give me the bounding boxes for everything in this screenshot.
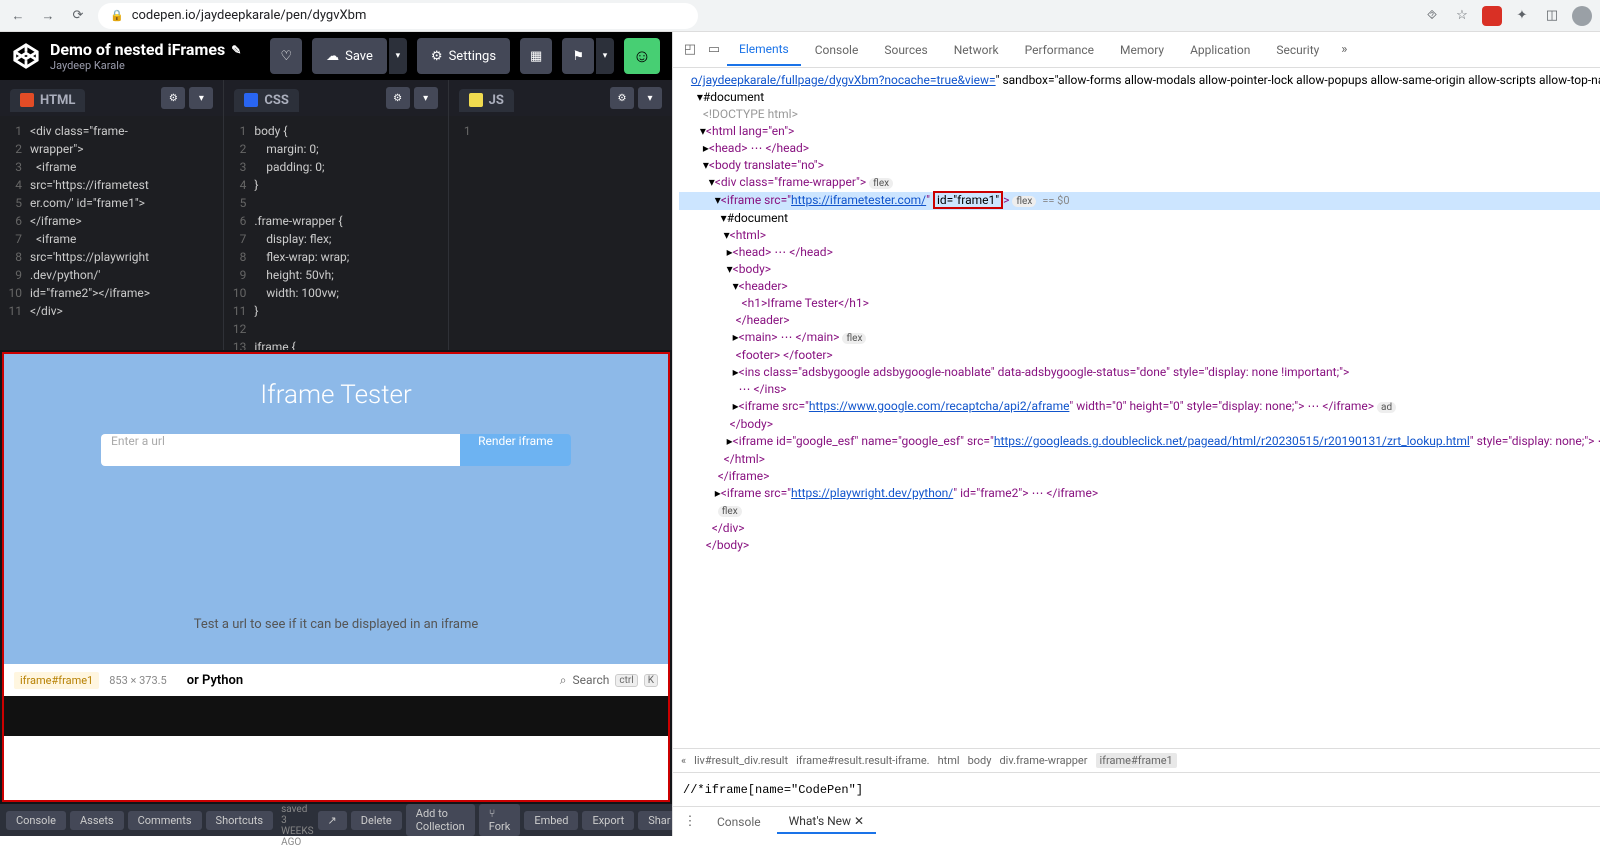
iframe-tester-heading: Iframe Tester <box>260 380 412 410</box>
more-tabs-icon[interactable]: » <box>1333 39 1355 61</box>
playwright-search[interactable]: ⌕ Search ctrl K <box>560 673 658 688</box>
save-button[interactable]: ☁Save <box>312 38 387 74</box>
css-chevron-icon[interactable]: ▾ <box>414 87 438 109</box>
js-gear-icon[interactable]: ⚙ <box>610 87 634 109</box>
drawer-menu-icon[interactable]: ⋮ <box>679 811 701 833</box>
dom-search-input[interactable] <box>683 783 1600 797</box>
tab-memory[interactable]: Memory <box>1108 35 1176 65</box>
back-button[interactable]: ← <box>8 6 28 26</box>
footer-delete-button[interactable]: Delete <box>351 811 402 830</box>
profile-avatar[interactable] <box>1572 6 1592 26</box>
pin-button[interactable]: ⚑ <box>562 38 594 74</box>
reload-button[interactable]: ⟳ <box>68 6 88 26</box>
pen-author: Jaydeep Karale <box>50 59 260 72</box>
settings-button[interactable]: ⚙Settings <box>417 38 510 74</box>
inspect-tooltip-dims: 853 × 373.5 <box>109 674 167 687</box>
devtools-tabs: ◰ ▭ Elements Console Sources Network Per… <box>673 32 1600 68</box>
js-editor[interactable]: 1 <box>449 116 672 350</box>
device-toggle-icon[interactable]: ▭ <box>703 39 725 61</box>
footer-shortcuts-button[interactable]: Shortcuts <box>206 811 274 830</box>
footer-assets-button[interactable]: Assets <box>70 811 124 830</box>
edit-title-icon[interactable]: ✎ <box>231 43 241 57</box>
html-icon <box>20 93 34 107</box>
js-panel: JS ⚙▾ 1 <box>449 80 672 350</box>
save-dropdown[interactable]: ▾ <box>389 38 407 74</box>
html-editor[interactable]: 1234567891011 <div class="frame- wrapper… <box>0 116 223 350</box>
render-iframe-button[interactable]: Render iframe <box>460 434 571 466</box>
iframe-url-input[interactable]: Enter a url <box>101 434 460 466</box>
tab-console[interactable]: Console <box>803 35 871 65</box>
css-tab[interactable]: CSS <box>234 89 299 112</box>
crumb-chevron-left-icon[interactable]: « <box>681 754 686 767</box>
inspect-element-icon[interactable]: ◰ <box>679 39 701 61</box>
forward-button[interactable]: → <box>38 6 58 26</box>
drawer-tab-whatsnew[interactable]: What's New ✕ <box>777 810 877 834</box>
js-chevron-icon[interactable]: ▾ <box>638 87 662 109</box>
side-panel-icon[interactable]: ◫ <box>1542 6 1562 26</box>
css-gear-icon[interactable]: ⚙ <box>386 87 410 109</box>
css-editor[interactable]: 12345678910111213 body { margin: 0; padd… <box>224 116 447 350</box>
user-avatar[interactable]: ☺ <box>624 38 660 74</box>
footer-comments-button[interactable]: Comments <box>128 811 202 830</box>
tab-application[interactable]: Application <box>1178 35 1262 65</box>
playwright-text: or Python <box>177 671 253 690</box>
address-bar[interactable]: 🔒 codepen.io/jaydeepkarale/pen/dygvXbm <box>98 3 698 29</box>
html-chevron-icon[interactable]: ▾ <box>189 87 213 109</box>
layout-button[interactable]: ▦ <box>520 38 552 74</box>
close-icon[interactable]: ✕ <box>854 814 864 828</box>
lock-icon: 🔒 <box>110 9 124 22</box>
dom-search-bar: 0 of 0 ˄ ˅ Cancel <box>673 772 1600 806</box>
gear-icon: ⚙ <box>431 49 443 64</box>
pen-title: Demo of nested iFrames <box>50 40 225 59</box>
preview-area: Iframe Tester Enter a url Render iframe … <box>2 352 670 802</box>
drawer-tab-console[interactable]: Console <box>705 811 773 833</box>
devtools-drawer: ⋮ Console What's New ✕ ✕ <box>673 806 1600 836</box>
extension-icon[interactable] <box>1482 6 1502 26</box>
search-icon: ⌕ <box>560 673 567 688</box>
codepen-logo[interactable] <box>12 42 40 70</box>
tab-elements[interactable]: Elements <box>727 34 801 66</box>
cloud-icon: ☁ <box>326 49 339 64</box>
html-gear-icon[interactable]: ⚙ <box>161 87 185 109</box>
footer-export-button[interactable]: Export <box>582 811 634 830</box>
breadcrumb[interactable]: « liv#result_div.result iframe#result.re… <box>673 748 1600 772</box>
install-icon[interactable]: ⯑ <box>1422 6 1442 26</box>
tab-sources[interactable]: Sources <box>872 35 939 65</box>
css-icon <box>244 93 258 107</box>
js-icon <box>469 93 483 107</box>
css-panel: CSS ⚙▾ 12345678910111213 body { margin: … <box>224 80 448 350</box>
html-tab[interactable]: HTML <box>10 89 85 112</box>
footer-console-button[interactable]: Console <box>6 811 66 830</box>
js-tab[interactable]: JS <box>459 89 514 112</box>
codepen-footer: Console Assets Comments Shortcuts Last s… <box>0 804 672 836</box>
extensions-icon[interactable]: ✦ <box>1512 6 1532 26</box>
open-new-icon[interactable]: ↗ <box>318 811 347 830</box>
highlighted-id-attr: id="frame1" <box>933 191 1003 209</box>
html-panel: HTML ⚙▾ 1234567891011 <div class="frame-… <box>0 80 224 350</box>
like-button[interactable]: ♡ <box>270 38 302 74</box>
tab-performance[interactable]: Performance <box>1013 35 1106 65</box>
url-text: codepen.io/jaydeepkarale/pen/dygvXbm <box>132 8 367 23</box>
codepen-header: Demo of nested iFrames ✎ Jaydeep Karale ♡… <box>0 32 672 80</box>
footer-embed-button[interactable]: Embed <box>524 811 578 830</box>
footer-fork-button[interactable]: ⑂ Fork <box>479 804 521 836</box>
inspect-tooltip-selector: iframe#frame1 <box>14 672 99 689</box>
tab-security[interactable]: Security <box>1264 35 1331 65</box>
tab-network[interactable]: Network <box>942 35 1011 65</box>
bookmark-icon[interactable]: ☆ <box>1452 6 1472 26</box>
footer-add-collection-button[interactable]: Add to Collection <box>406 804 475 836</box>
pin-dropdown[interactable]: ▾ <box>596 38 614 74</box>
dom-tree[interactable]: o/jaydeepkarale/fullpage/dygvXbm?nocache… <box>673 68 1600 748</box>
iframe-hint-text: Test a url to see if it can be displayed… <box>194 617 479 632</box>
